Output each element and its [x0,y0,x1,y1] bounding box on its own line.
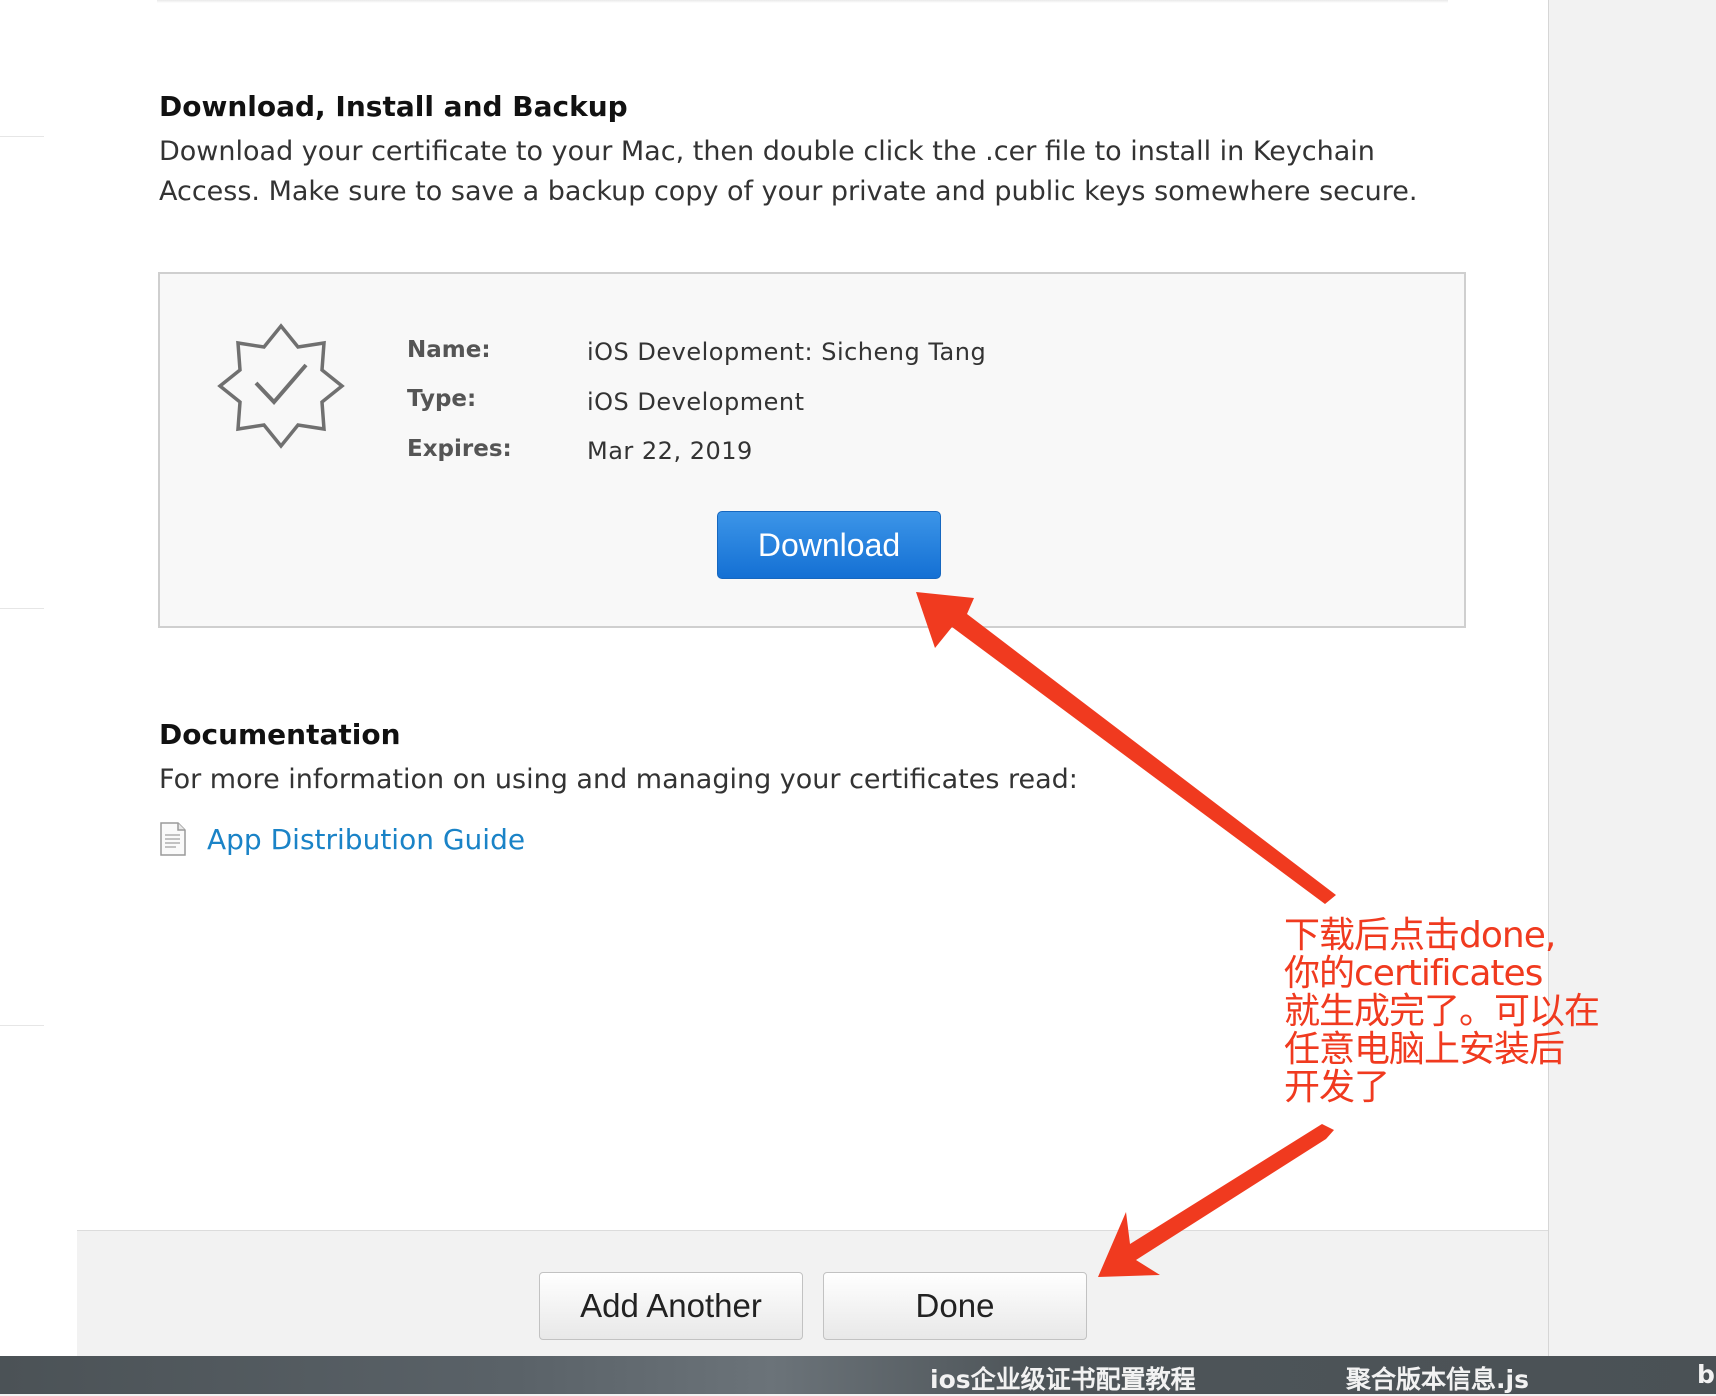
annotation-line: 任意电脑上安装后 [1284,1029,1565,1070]
download-button[interactable]: Download [717,511,941,579]
download-instructions-line-1: Download your certificate to your Mac, t… [159,136,1375,167]
taskbar-item[interactable]: b [1697,1360,1715,1389]
top-divider [157,0,1448,3]
annotation-line: 你的certificates [1284,953,1543,994]
taskbar-item[interactable]: ios企业级证书配置教程 [930,1360,1196,1396]
type-label: Type: [407,386,477,412]
name-label: Name: [407,337,491,363]
sidebar-divider [0,608,44,609]
name-value: iOS Development: Sicheng Tang [587,338,987,366]
type-value: iOS Development [587,388,805,416]
expires-value: Mar 22, 2019 [587,437,753,465]
done-button[interactable]: Done [823,1272,1087,1340]
certificate-seal-icon [217,323,345,449]
certificate-panel: Download, Install and Backup Download yo… [77,0,1549,1357]
documentation-section-title: Documentation [159,718,401,751]
taskbar-item[interactable]: 聚合版本信息.js [1346,1360,1529,1396]
annotation-line: 就生成完了。可以在 [1284,991,1600,1032]
add-another-button[interactable]: Add Another [539,1272,803,1340]
taskbar: ios企业级证书配置教程 聚合版本信息.js b [0,1356,1716,1394]
annotation-text: 下载后点击done, 你的certificates 就生成完了。可以在 任意电脑… [1284,915,1600,1108]
app-distribution-guide-label: App Distribution Guide [207,822,526,856]
documentation-text: For more information on using and managi… [159,764,1078,795]
sidebar-divider [0,1025,44,1026]
app-distribution-guide-link[interactable]: App Distribution Guide [159,822,525,856]
certificate-info-box: Name: iOS Development: Sicheng Tang Type… [158,272,1466,628]
left-sidebar-edge [0,0,78,1358]
download-instructions-line-2: Access. Make sure to save a backup copy … [159,176,1418,207]
expires-label: Expires: [407,436,512,462]
sidebar-divider [0,136,44,137]
annotation-line: 下载后点击done, [1284,915,1556,956]
annotation-line: 开发了 [1284,1067,1390,1108]
footer-bar: Add Another Done [77,1230,1548,1357]
document-icon [160,822,186,856]
download-section-title: Download, Install and Backup [159,90,628,123]
